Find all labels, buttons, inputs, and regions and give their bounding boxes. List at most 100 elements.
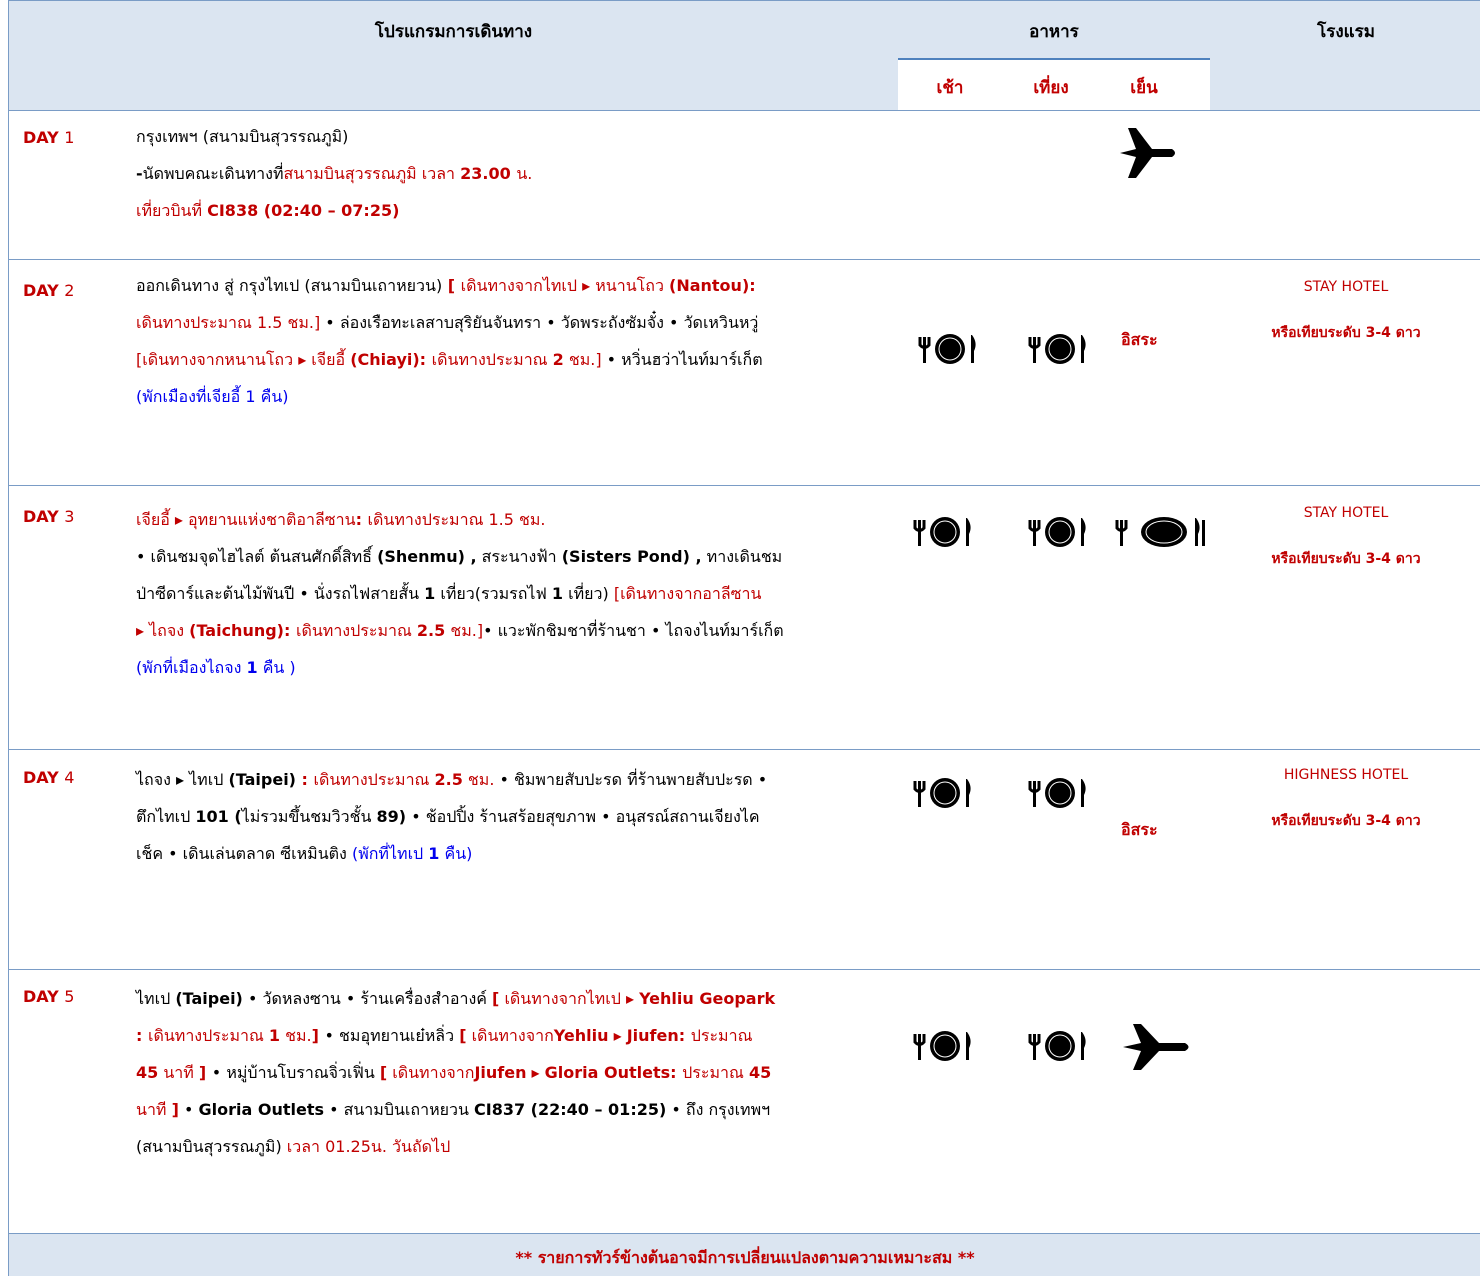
- program-line: 45 นาที ] • หมู่บ้านโบราณจิ่วเฟิ่น [ เดิ…: [136, 1054, 896, 1091]
- program-text: 1: [246, 658, 258, 677]
- day-label: DAY 2: [23, 281, 75, 300]
- program-text: เดินทางประมาณ: [295, 621, 417, 640]
- plate-icon: [1027, 1024, 1093, 1072]
- program-text: :: [136, 1026, 148, 1045]
- program-text: ป่าซีดาร์และต้นไม้พันปี • นั่งรถไฟสายสั้…: [136, 584, 425, 603]
- program-text: •: [178, 1100, 199, 1119]
- day-program: ออกเดินทาง สู่ กรุงไทเป (สนามบินเถาหยวน)…: [136, 267, 896, 415]
- program-text: (Taipei): [175, 989, 243, 1008]
- program-text: เช็ค • เดินเล่นตลาด ซีเหมินติง: [136, 844, 352, 863]
- program-line: -นัดพบคณะเดินทางที่สนามบินสุวรรณภูมิ เวล…: [136, 155, 896, 192]
- program-text: 1: [428, 844, 440, 863]
- program-text: 89): [376, 807, 407, 826]
- program-text: • วัดหลงซาน • ร้านเครื่องสำอางค์: [242, 989, 493, 1008]
- program-text: ไถจง ▸ ไทเป: [136, 770, 229, 789]
- plane-icon: [1116, 124, 1180, 186]
- program-text: ชม.]: [445, 621, 484, 640]
- program-text: • แวะพักชิมชาที่ร้านชา • ไถจงไนท์มาร์เก็…: [483, 621, 784, 640]
- program-text: เดินทางประมาณ: [431, 350, 553, 369]
- footer-note-bar: ** รายการทัวร์ข้างต้นอาจมีการเปลี่ยนแปลง…: [8, 1233, 1480, 1276]
- meal-subheader: เช้า เที่ยง เย็น: [898, 58, 1210, 110]
- program-text: (Shenmu) ,: [377, 547, 477, 566]
- hotel-name: HIGHNESS HOTEL: [1283, 767, 1409, 783]
- program-text: ▸: [608, 1026, 627, 1045]
- program-text: [: [442, 276, 461, 295]
- program-line: นาที ] • Gloria Outlets • สนามบินเถาหยวน…: [136, 1091, 896, 1128]
- program-text: คืน ): [257, 658, 296, 677]
- program-text: นาที: [158, 1063, 199, 1082]
- program-text: ▸ ไถจง: [136, 621, 190, 640]
- plate-icon: [1027, 771, 1093, 819]
- dinner-free-text: อิสระ: [1121, 820, 1158, 839]
- footer-note: ** รายการทัวร์ข้างต้นอาจมีการเปลี่ยนแปลง…: [515, 1248, 975, 1267]
- program-text: Jiufen: [474, 1063, 527, 1082]
- program-text: เวลา 01.25น. วันถัดไป: [286, 1137, 451, 1156]
- program-line: เจียอี้ ▸ อุทยานแห่งชาติอาลีซาน: เดินทาง…: [136, 501, 896, 538]
- program-text: • ล่องเรือทะเลสาบสุริยันจันทรา • วัดพระถ…: [325, 313, 759, 332]
- program-text: 45: [748, 1063, 772, 1082]
- program-text: ออกเดินทาง สู่ กรุงไทเป (สนามบินเถาหยวน): [136, 276, 443, 295]
- hotel-header: โรงแรม: [1317, 22, 1375, 42]
- program-text: คืน): [439, 844, 473, 863]
- program-text: เดินทางจาก: [466, 1026, 554, 1045]
- program-text: • เดินชมจุดไฮไลต์ ต้นสนศักดิ์สิทธิ์: [136, 547, 378, 566]
- program-text: เจียอี้ ▸ อุทยานแห่งชาติอาลีซาน: [136, 510, 356, 529]
- program-text: • สนามบินเถาหยวน: [323, 1100, 474, 1119]
- program-text: เที่ยวบินที่: [136, 201, 208, 220]
- program-text: นาที: [136, 1100, 172, 1119]
- program-text: 2.5: [416, 621, 446, 640]
- day-program: กรุงเทพฯ (สนามบินสุวรรณภูมิ) -นัดพบคณะเดิ…: [136, 118, 896, 229]
- plate-icon: [1114, 510, 1210, 558]
- program-text: [เดินทางจากหนานโถว ▸ เจียอี้: [136, 350, 351, 369]
- program-text: 2: [552, 350, 564, 369]
- program-text: [: [459, 1026, 467, 1045]
- hotel-cell: STAY HOTEL หรือเทียบระดับ 3-4 ดาว: [1251, 276, 1441, 344]
- day-row-4: DAY 4 ไถจง ▸ ไทเป (Taipei) : เดินทางประม…: [8, 750, 1480, 970]
- program-text: -: [136, 164, 143, 183]
- hotel-name: STAY HOTEL: [1303, 279, 1389, 295]
- program-line: กรุงเทพฯ (สนามบินสุวรรณภูมิ): [136, 118, 896, 155]
- hotel-cell: HIGHNESS HOTEL หรือเทียบระดับ 3-4 ดาว: [1251, 764, 1441, 832]
- program-text: ทางเดินชม: [701, 547, 783, 566]
- program-text: 1: [424, 584, 436, 603]
- program-text: 101 (: [195, 807, 242, 826]
- program-text: 1: [268, 1026, 281, 1045]
- program-text: • ช้อปปิ้ง ร้านสร้อยสุขภาพ • อนุสรณ์สถาน…: [406, 807, 760, 826]
- day-program: เจียอี้ ▸ อุทยานแห่งชาติอาลีซาน: เดินทาง…: [136, 501, 896, 686]
- program-text: กรุงเทพฯ (สนามบินสุวรรณภูมิ): [136, 127, 349, 146]
- program-line: ออกเดินทาง สู่ กรุงไทเป (สนามบินเถาหยวน)…: [136, 267, 896, 304]
- program-text: Yehliu: [553, 1026, 609, 1045]
- program-text: น.: [516, 164, 533, 183]
- program-text: เดินทางประมาณ: [313, 770, 435, 789]
- plate-icon: [912, 771, 978, 819]
- program-line: (สนามบินสุวรรณภูมิ) เวลา 01.25น. วันถัดไ…: [136, 1128, 896, 1165]
- day-row-3: DAY 3 เจียอี้ ▸ อุทยานแห่งชาติอาลีซาน: เ…: [8, 486, 1480, 750]
- program-text: (พักเมืองที่เจียอี้ 1 คืน): [136, 387, 289, 406]
- program-text: 1: [551, 584, 564, 603]
- plate-icon: [1027, 510, 1093, 558]
- table-header: โปรแกรมการเดินทาง อาหาร โรงแรม เช้า เที่…: [8, 0, 1480, 111]
- program-text: ไทเป: [136, 989, 176, 1008]
- program-text: Gloria Outlets: [198, 1100, 324, 1119]
- program-text: Jiufen:: [626, 1026, 691, 1045]
- day-row-2: DAY 2 ออกเดินทาง สู่ กรุงไทเป (สนามบินเถ…: [8, 260, 1480, 486]
- program-text: เที่ยว): [563, 584, 614, 603]
- program-line: (พักเมืองที่เจียอี้ 1 คืน): [136, 378, 896, 415]
- program-text: เดินทางจาก: [387, 1063, 475, 1082]
- program-text: Yehliu Geopark: [639, 989, 776, 1008]
- program-text: เดินทางจากไทเป ▸ หนานโถว: [460, 276, 670, 295]
- program-text: :: [295, 770, 314, 789]
- program-line: ▸ ไถจง (Taichung): เดินทางประมาณ 2.5 ชม.…: [136, 612, 896, 649]
- plate-icon: [912, 1024, 978, 1072]
- program-text: CI838 (02:40 – 07:25): [207, 201, 400, 220]
- program-text: ▸: [526, 1063, 545, 1082]
- program-line: ไทเป (Taipei) • วัดหลงซาน • ร้านเครื่องส…: [136, 980, 896, 1017]
- program-text: 23.00: [460, 164, 517, 183]
- program-line: : เดินทางประมาณ 1 ชม.] • ชมอุทยานเย๋หลิ่…: [136, 1017, 896, 1054]
- program-text: เดินทางจากไทเป ▸: [499, 989, 640, 1008]
- program-text: (พักที่เมืองไถจง: [136, 658, 247, 677]
- program-text: 45: [136, 1063, 159, 1082]
- hotel-cell: STAY HOTEL หรือเทียบระดับ 3-4 ดาว: [1251, 502, 1441, 570]
- program-text: นัดพบคณะเดินทางที่: [142, 164, 284, 183]
- program-line: • เดินชมจุดไฮไลต์ ต้นสนศักดิ์สิทธิ์ (She…: [136, 538, 896, 575]
